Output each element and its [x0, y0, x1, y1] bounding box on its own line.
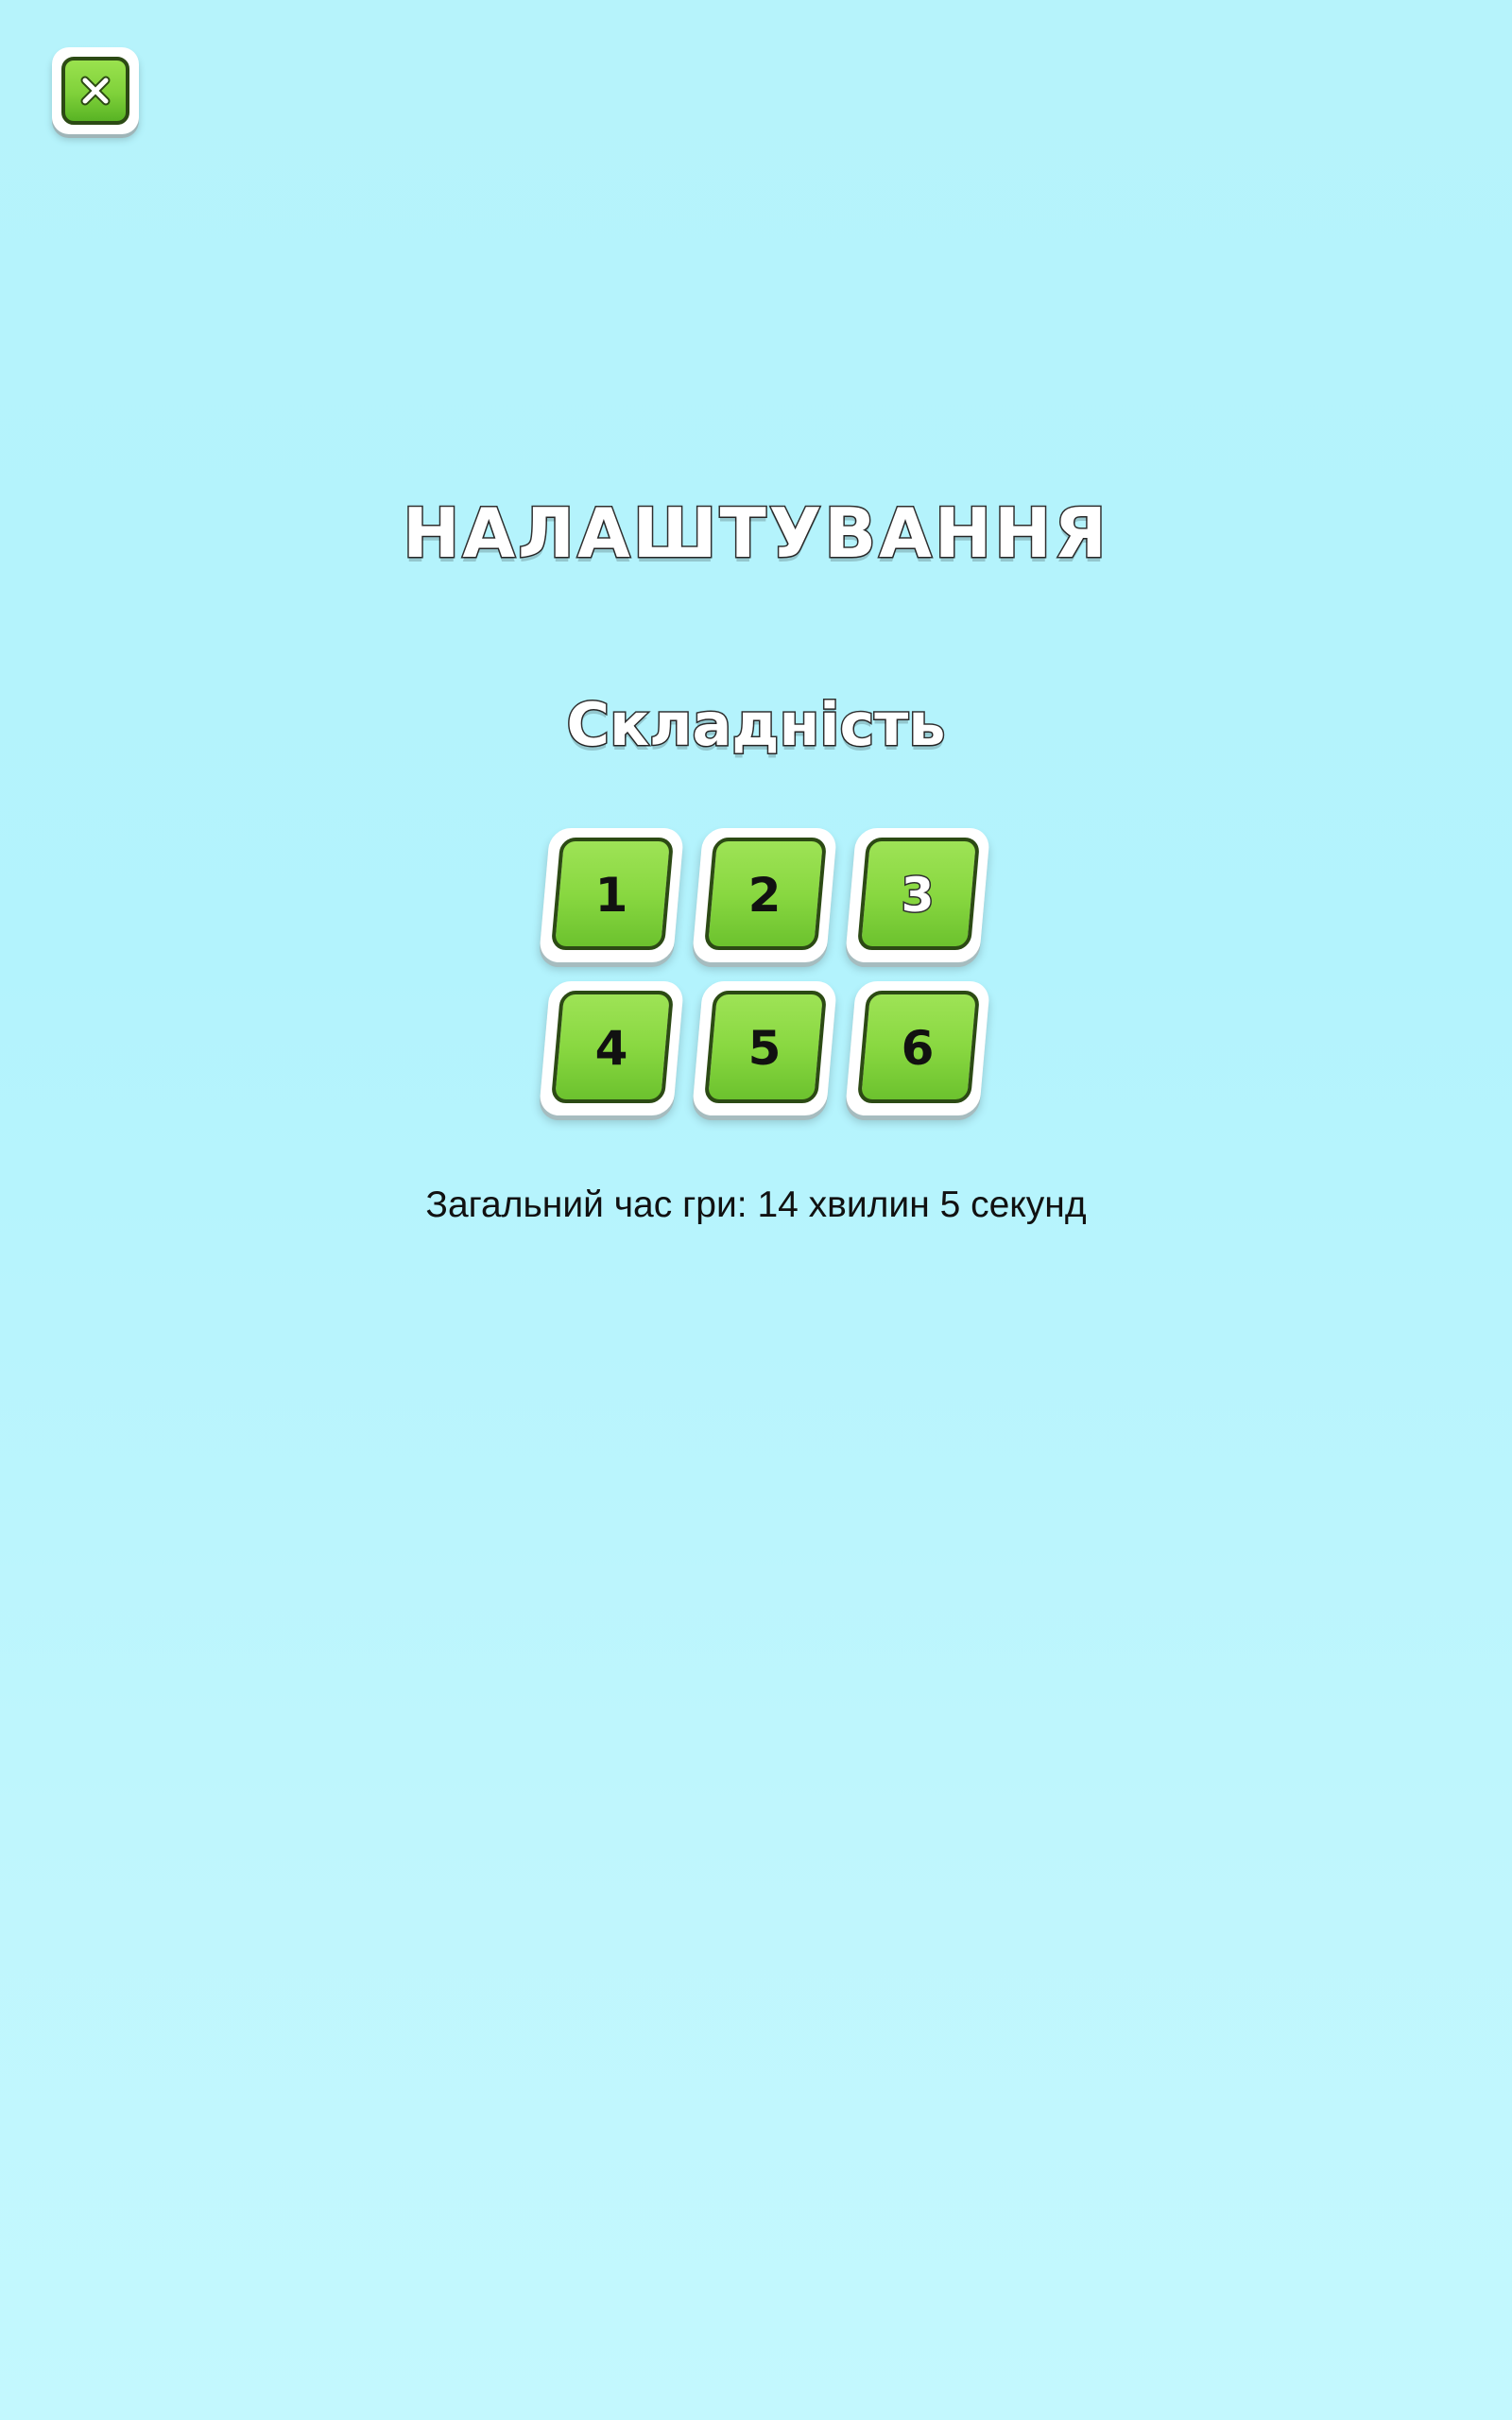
difficulty-level-2-button[interactable]: 2 — [691, 828, 838, 962]
difficulty-level-4-button[interactable]: 4 — [538, 981, 685, 1115]
difficulty-level-label: 3 — [900, 868, 936, 923]
difficulty-level-1-button[interactable]: 1 — [538, 828, 685, 962]
close-icon — [80, 76, 111, 106]
difficulty-label: Складність — [565, 689, 947, 761]
close-button[interactable] — [52, 47, 139, 134]
difficulty-level-label: 6 — [901, 1021, 935, 1076]
difficulty-level-6-button[interactable]: 6 — [844, 981, 991, 1115]
difficulty-level-3-button[interactable]: 3 — [844, 828, 991, 962]
difficulty-level-5-button[interactable]: 5 — [691, 981, 838, 1115]
difficulty-level-label: 2 — [747, 868, 782, 923]
total-play-time-text: Загальний час гри: 14 хвилин 5 секунд — [425, 1184, 1087, 1225]
difficulty-level-label: 5 — [747, 1021, 782, 1076]
difficulty-level-label: 4 — [594, 1021, 628, 1076]
difficulty-level-label: 1 — [594, 868, 628, 923]
page-title: НАЛАШТУВАННЯ — [402, 493, 1109, 575]
